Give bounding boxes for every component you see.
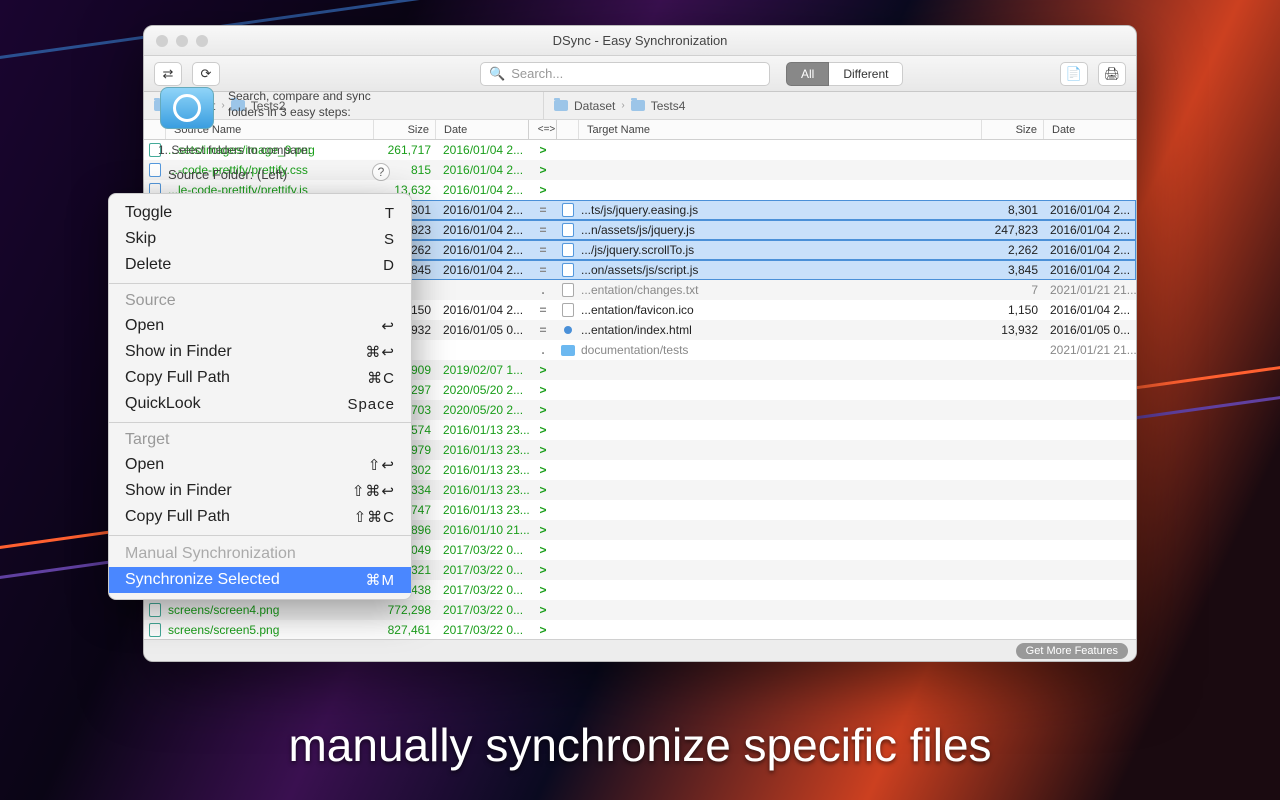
help-icon[interactable]: ? [372,163,390,181]
menu-source-copy-path[interactable]: Copy Full Path⌘C [109,365,411,391]
breadcrumb-label: Dataset [574,99,615,113]
col-date[interactable]: Date [1044,120,1136,139]
filter-all[interactable]: All [786,62,829,86]
breadcrumb-target[interactable]: Dataset › Tests4 [544,92,1136,119]
col-size[interactable]: Size [982,120,1044,139]
export-button[interactable]: 📄 [1060,62,1088,86]
sidebar-step-1: 1. Select folders to compare: [158,143,311,157]
get-more-features-button[interactable]: Get More Features [1016,643,1128,659]
menu-delete[interactable]: DeleteD [109,252,411,278]
chevron-right-icon: › [221,100,224,111]
menu-synchronize-selected[interactable]: Synchronize Selected⌘M [109,567,411,593]
folder-icon [631,100,645,111]
table-row[interactable]: ...-code-prettify/prettify.css 815 2016/… [144,160,1136,180]
table-row[interactable]: screens/screen5.png 827,461 2017/03/22 0… [144,620,1136,639]
menu-quicklook[interactable]: QuickLookSpace [109,391,411,417]
menu-source-open[interactable]: Open↩ [109,313,411,339]
col-date[interactable]: Date [436,120,528,139]
marketing-caption: manually synchronize specific files [0,718,1280,772]
col-icon[interactable] [557,120,579,139]
search-icon: 🔍 [489,66,505,82]
menu-source-show-finder[interactable]: Show in Finder⌘↩ [109,339,411,365]
menu-target-open[interactable]: Open⇧↩ [109,452,411,478]
menu-section-source: Source [109,289,411,313]
search-placeholder: Search... [511,66,563,81]
breadcrumb-label: Tests4 [651,99,686,113]
menu-skip[interactable]: SkipS [109,226,411,252]
col-size[interactable]: Size [374,120,436,139]
toolbar: ⇄ ⟳ 🔍 Search... All Different 📄 🖨 [144,56,1136,92]
menu-target-copy-path[interactable]: Copy Full Path⇧⌘C [109,504,411,530]
refresh-button[interactable]: ⟳ [192,62,220,86]
menu-section-target: Target [109,428,411,452]
source-folder-label: Source Folder: (Left) [168,167,287,182]
app-logo-icon [160,87,214,129]
chevron-right-icon: › [621,100,624,111]
sidebar-description: Search, compare and sync folders in 3 ea… [228,89,398,120]
col-direction[interactable]: <=> [530,120,556,139]
toggle-panel-button[interactable]: ⇄ [154,62,182,86]
window-title: DSync - Easy Synchronization [144,33,1136,48]
menu-toggle[interactable]: ToggleT [109,200,411,226]
statusbar: Get More Features [144,639,1136,661]
context-menu: ToggleT SkipS DeleteD Source Open↩ Show … [108,193,412,600]
folder-icon [554,100,568,111]
titlebar[interactable]: DSync - Easy Synchronization [144,26,1136,56]
col-target-name[interactable]: Target Name [579,120,982,139]
print-button[interactable]: 🖨 [1098,62,1126,86]
menu-manual-sync: Manual Synchronization [109,541,411,567]
table-row[interactable]: screens/screen4.png 772,298 2017/03/22 0… [144,600,1136,620]
search-input[interactable]: 🔍 Search... [480,62,770,86]
column-headers: Source Name Size Date <=> Target Name Si… [144,120,1136,140]
filter-different[interactable]: Different [829,62,903,86]
filter-segment[interactable]: All Different [786,62,903,86]
menu-target-show-finder[interactable]: Show in Finder⇧⌘↩ [109,478,411,504]
